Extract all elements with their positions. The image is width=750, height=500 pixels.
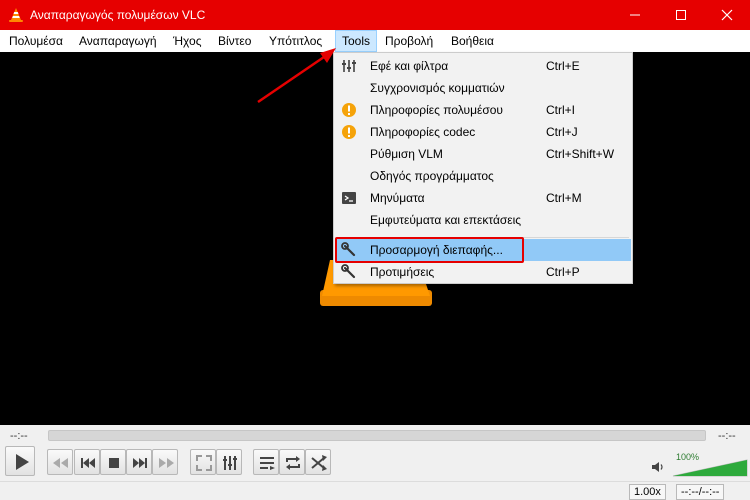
volume-slider[interactable] bbox=[672, 459, 748, 477]
playlist-button[interactable] bbox=[253, 449, 279, 475]
fast-forward-icon bbox=[159, 458, 174, 468]
annotation-arrow-icon bbox=[257, 48, 336, 104]
title-bar: Αναπαραγωγός πολυμέσων VLC bbox=[0, 0, 750, 30]
shuffle-icon bbox=[311, 455, 327, 471]
maximize-icon bbox=[676, 10, 686, 20]
menu-item-label: Εμφυτεύματα και επεκτάσεις bbox=[370, 213, 522, 227]
loop-button[interactable] bbox=[279, 449, 305, 475]
rewind-icon bbox=[53, 458, 68, 468]
menu-playback[interactable]: Αναπαραγωγή bbox=[73, 30, 163, 52]
menu-audio[interactable]: Ήχος bbox=[167, 30, 208, 52]
stop-button[interactable] bbox=[100, 449, 126, 475]
volume-icon[interactable] bbox=[651, 460, 665, 474]
window-title: Αναπαραγωγός πολυμέσων VLC bbox=[30, 8, 206, 22]
menu-item-program-guide[interactable]: Οδηγός προγράμματος bbox=[335, 165, 631, 187]
menu-item-label: Πληροφορίες codec bbox=[370, 125, 476, 139]
slower-button[interactable] bbox=[47, 449, 73, 475]
minimize-icon bbox=[630, 14, 640, 16]
next-button[interactable] bbox=[126, 449, 152, 475]
menu-item-effects-filters[interactable]: Εφέ και φίλτρα Ctrl+E bbox=[335, 55, 631, 77]
menu-item-vlm-config[interactable]: Ρύθμιση VLM Ctrl+Shift+W bbox=[335, 143, 631, 165]
playlist-icon bbox=[260, 457, 275, 470]
terminal-icon bbox=[342, 192, 356, 204]
menu-item-preferences[interactable]: Προτιμήσεις Ctrl+P bbox=[335, 261, 631, 283]
menu-item-shortcut: Ctrl+J bbox=[546, 125, 578, 139]
close-icon bbox=[721, 9, 733, 21]
play-button[interactable] bbox=[5, 446, 35, 476]
close-button[interactable] bbox=[704, 0, 750, 30]
fullscreen-icon bbox=[196, 455, 212, 471]
menu-item-label: Εφέ και φίλτρα bbox=[370, 59, 449, 73]
elapsed-time: --:-- bbox=[10, 430, 28, 442]
menu-item-track-sync[interactable]: Συγχρονισμός κομματιών bbox=[335, 77, 631, 99]
minimize-button[interactable] bbox=[612, 0, 658, 30]
previous-button[interactable] bbox=[74, 449, 100, 475]
menu-item-plugins-extensions[interactable]: Εμφυτεύματα και επεκτάσεις bbox=[335, 209, 631, 231]
play-icon bbox=[16, 454, 29, 470]
playback-speed[interactable]: 1.00x bbox=[629, 484, 666, 500]
extended-settings-button[interactable] bbox=[216, 449, 242, 475]
shuffle-button[interactable] bbox=[305, 449, 331, 475]
time-display[interactable]: --:--/--:-- bbox=[676, 484, 725, 500]
next-icon bbox=[133, 458, 147, 468]
faster-button[interactable] bbox=[152, 449, 178, 475]
menu-bar: Πολυμέσα Αναπαραγωγή Ήχος Βίντεο Υπότιτλ… bbox=[0, 30, 750, 52]
menu-item-messages[interactable]: Μηνύματα Ctrl+M bbox=[335, 187, 631, 209]
menu-view[interactable]: Προβολή bbox=[379, 30, 439, 52]
previous-icon bbox=[81, 458, 95, 468]
menu-item-shortcut: Ctrl+Shift+W bbox=[546, 147, 615, 161]
menu-item-shortcut: Ctrl+P bbox=[546, 265, 580, 279]
maximize-button[interactable] bbox=[658, 0, 704, 30]
fullscreen-button[interactable] bbox=[190, 449, 216, 475]
wrench-icon bbox=[341, 264, 356, 279]
info-icon bbox=[342, 125, 356, 139]
menu-help[interactable]: Βοήθεια bbox=[445, 30, 500, 52]
menu-media[interactable]: Πολυμέσα bbox=[3, 30, 69, 52]
seek-bar[interactable] bbox=[48, 430, 706, 441]
menu-item-shortcut: Ctrl+E bbox=[546, 59, 580, 73]
menu-item-label: Προτιμήσεις bbox=[370, 265, 435, 279]
menu-item-codec-info[interactable]: Πληροφορίες codec Ctrl+J bbox=[335, 121, 631, 143]
status-bar: 1.00x --:--/--:-- bbox=[0, 481, 750, 500]
menu-item-label: Ρύθμιση VLM bbox=[370, 147, 443, 161]
menu-item-media-info[interactable]: Πληροφορίες πολυμέσου Ctrl+I bbox=[335, 99, 631, 121]
equalizer-icon bbox=[223, 456, 237, 470]
menu-item-label: Μηνύματα bbox=[370, 191, 425, 205]
menu-item-label: Συγχρονισμός κομματιών bbox=[370, 81, 505, 95]
menu-item-shortcut: Ctrl+M bbox=[546, 191, 582, 205]
annotation-highlight-box bbox=[335, 237, 524, 263]
loop-icon bbox=[286, 456, 300, 470]
stop-icon bbox=[109, 458, 119, 468]
menu-item-label: Οδηγός προγράμματος bbox=[370, 169, 494, 183]
vlc-logo-icon bbox=[9, 8, 23, 22]
total-time: --:-- bbox=[718, 430, 736, 442]
menu-item-label: Πληροφορίες πολυμέσου bbox=[370, 103, 503, 117]
menu-item-shortcut: Ctrl+I bbox=[546, 103, 576, 117]
